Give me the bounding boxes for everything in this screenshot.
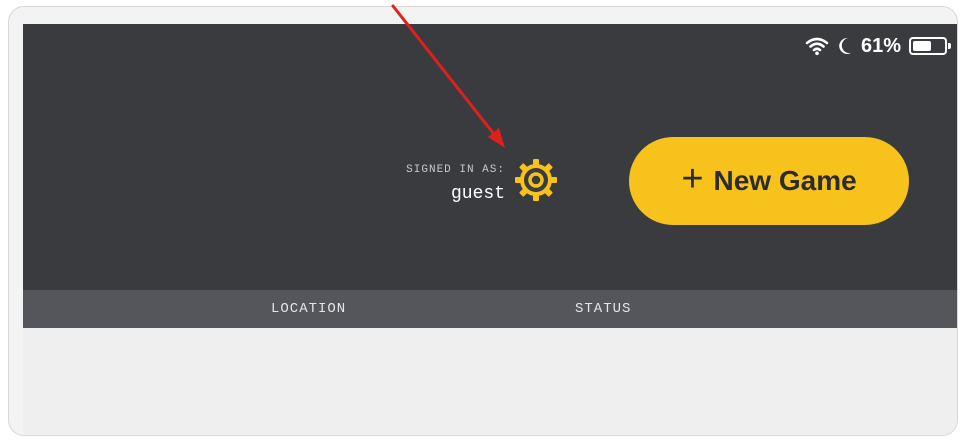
app-header: 61% SIGNED IN AS: guest + New Game	[23, 24, 957, 290]
battery-tip	[948, 43, 951, 49]
game-list	[23, 328, 957, 435]
column-status: STATUS	[575, 301, 632, 317]
new-game-button[interactable]: + New Game	[629, 137, 909, 225]
wifi-icon	[805, 37, 829, 56]
new-game-label: New Game	[713, 165, 857, 196]
battery-icon	[909, 37, 951, 55]
battery-percentage: 61%	[860, 34, 901, 57]
username: guest	[450, 184, 505, 204]
signed-in-info: SIGNED IN AS: guest	[406, 164, 505, 204]
gear-icon[interactable]	[513, 157, 559, 203]
moon-icon	[839, 37, 851, 54]
battery-fill	[913, 41, 932, 51]
column-location: LOCATION	[271, 301, 347, 317]
plus-icon: +	[681, 158, 704, 200]
table-column-header: LOCATION STATUS	[23, 290, 957, 328]
app-frame: 61% SIGNED IN AS: guest + New Game LOCAT…	[8, 6, 958, 436]
signed-in-label: SIGNED IN AS:	[406, 164, 505, 176]
status-bar: 61%	[805, 34, 951, 58]
